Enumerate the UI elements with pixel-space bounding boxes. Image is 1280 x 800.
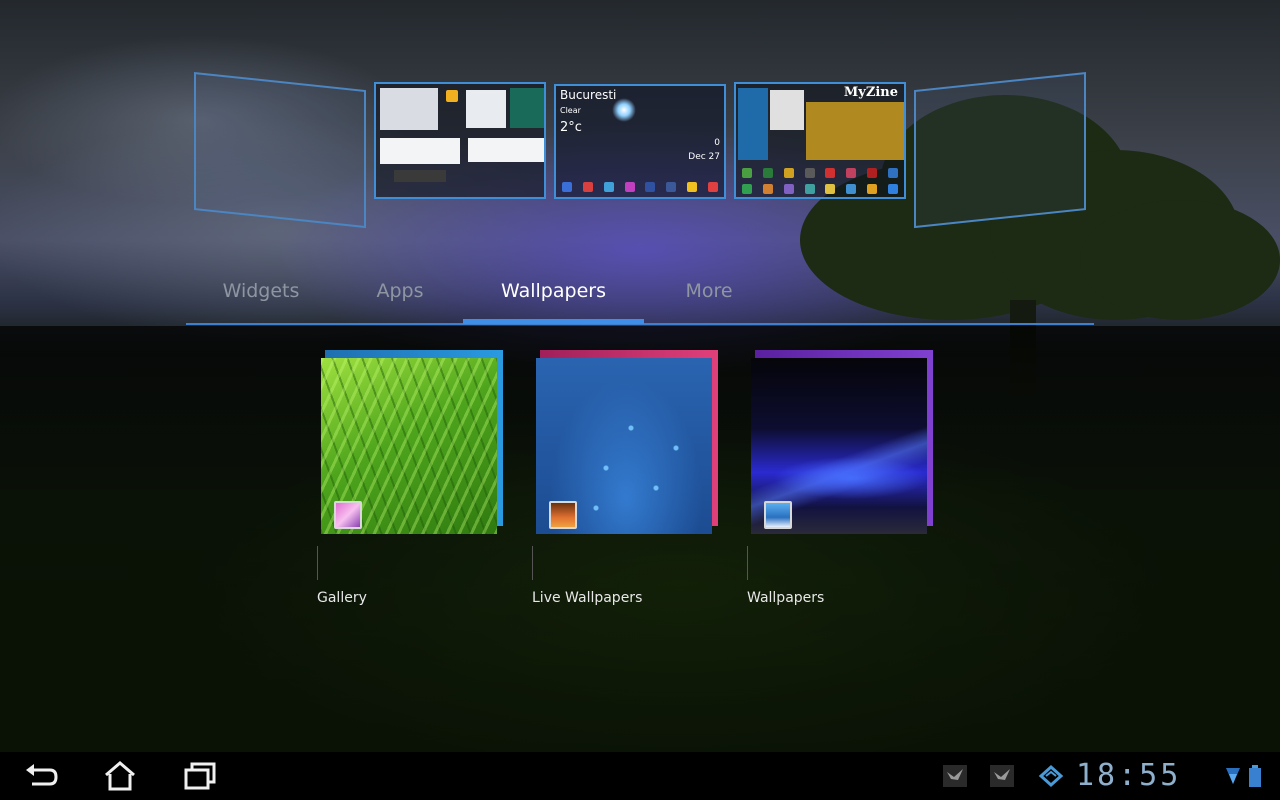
- notification-bird-icon[interactable]: [942, 764, 968, 788]
- mini-browser-widget: [380, 88, 438, 130]
- tab-more[interactable]: More: [666, 280, 752, 302]
- tab-wallpapers[interactable]: Wallpapers: [463, 280, 644, 302]
- gallery-thumbnail: [321, 358, 497, 534]
- tile-divider: [532, 546, 533, 580]
- sync-icon[interactable]: [1038, 764, 1064, 788]
- notification-bird-icon[interactable]: [989, 764, 1015, 788]
- tile-divider: [747, 546, 748, 580]
- mini-photo-widget: [510, 88, 544, 128]
- mini-app-icon: [804, 184, 815, 194]
- active-tab-indicator: [463, 319, 644, 324]
- mini-app-icon: [762, 184, 773, 194]
- mini-app-icon: [867, 184, 878, 194]
- wallpapers-thumbnail: [751, 358, 927, 534]
- mini-app-icon: [825, 184, 836, 194]
- mini-app-icon: [645, 182, 656, 192]
- mini-app-icon: [446, 90, 458, 102]
- mini-app-icon: [846, 168, 857, 178]
- mini-app-icon: [603, 182, 614, 192]
- mini-app-icon: [687, 182, 698, 192]
- weather-city: Bucuresti: [560, 88, 617, 102]
- live-wallpapers-thumbnail: [536, 358, 712, 534]
- recent-apps-icon: [184, 762, 216, 790]
- wallpaper-icon: [764, 501, 792, 529]
- mini-app-icon: [846, 184, 857, 194]
- mini-app-icon: [666, 182, 677, 192]
- mini-app-icon: [742, 184, 752, 194]
- mini-photo-widget: [738, 88, 768, 160]
- mini-app-icon: [562, 182, 572, 192]
- mini-facebook-widget: [380, 138, 460, 164]
- mini-app-icon: [762, 168, 773, 178]
- mini-app-icon: [804, 168, 815, 178]
- back-button[interactable]: [20, 760, 60, 792]
- mini-music-widget: [394, 170, 446, 182]
- mini-app-icon: [742, 168, 752, 178]
- tab-apps[interactable]: Apps: [354, 280, 446, 302]
- mini-app-icon: [867, 168, 878, 178]
- workspace-preview-5[interactable]: [914, 72, 1086, 229]
- system-bar: 18:55: [0, 752, 1280, 800]
- workspace-preview-4[interactable]: MyZine: [734, 82, 906, 199]
- tree-canopy: [1080, 200, 1280, 320]
- mini-news-widget: [468, 138, 544, 162]
- workspace-preview-2[interactable]: [374, 82, 546, 199]
- mini-app-icon: [783, 168, 794, 178]
- home-icon: [105, 761, 135, 791]
- back-icon: [26, 764, 58, 786]
- mini-app-grid: [742, 168, 898, 178]
- mini-app-icon: [582, 182, 593, 192]
- recent-apps-button[interactable]: [180, 760, 220, 792]
- gallery-wallpaper-source[interactable]: Gallery: [317, 350, 531, 610]
- mini-note-widget: [770, 90, 804, 130]
- customize-tabs: Widgets Apps Wallpapers More: [186, 276, 1094, 326]
- mini-app-dock: [562, 182, 718, 192]
- live-wallpaper-icon: [549, 501, 577, 529]
- weather-date: Dec 27: [688, 152, 720, 162]
- mail-count: 0: [714, 138, 720, 148]
- mini-app-icon: [707, 182, 718, 192]
- gallery-label: Gallery: [317, 590, 367, 606]
- tab-widgets[interactable]: Widgets: [216, 280, 306, 302]
- gallery-icon: [334, 501, 362, 529]
- live-wallpapers-label: Live Wallpapers: [532, 590, 643, 606]
- battery-icon: [1248, 764, 1262, 788]
- tile-divider: [317, 546, 318, 580]
- mini-car-photo-widget: [806, 102, 904, 160]
- home-button[interactable]: [100, 760, 140, 792]
- live-wallpapers-source[interactable]: Live Wallpapers: [532, 350, 746, 610]
- wallpapers-source[interactable]: Wallpapers: [747, 350, 961, 610]
- weather-temperature: 2°c: [560, 120, 582, 135]
- magazine-title: MyZine: [843, 85, 898, 100]
- mini-app-grid: [742, 184, 898, 194]
- mini-app-icon: [825, 168, 836, 178]
- mini-app-icon: [783, 184, 794, 194]
- weather-sun-icon: [612, 98, 636, 122]
- mini-app-icon: [624, 182, 635, 192]
- workspace-preview-3[interactable]: Bucuresti Clear 2°c 0 Dec 27: [554, 84, 726, 199]
- status-clock[interactable]: 18:55: [1076, 758, 1181, 793]
- mini-app-icon: [887, 184, 898, 194]
- workspace-preview-1[interactable]: [194, 72, 366, 229]
- mini-list-widget: [466, 90, 506, 128]
- wifi-icon: [1224, 764, 1242, 788]
- mini-app-icon: [887, 168, 898, 178]
- weather-condition: Clear: [560, 106, 581, 115]
- wallpapers-label: Wallpapers: [747, 590, 825, 606]
